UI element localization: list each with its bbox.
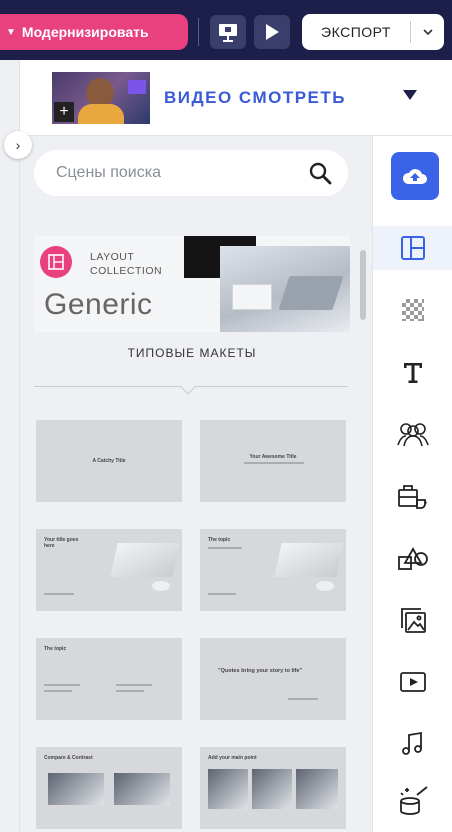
layout-collection-banner[interactable]: LAYOUT COLLECTION Generic <box>34 236 350 332</box>
images-icon <box>401 608 426 633</box>
rail-effects-button[interactable] <box>373 778 452 822</box>
banner-title: Generic <box>44 288 153 321</box>
background-icon <box>402 299 424 321</box>
thumbnail-person-body <box>78 104 124 124</box>
music-icon <box>402 731 422 755</box>
layout-tile-compare-contrast[interactable]: Compare & Contrast <box>36 747 182 829</box>
chevron-right-icon: › <box>15 137 21 153</box>
upgrade-button[interactable]: ▼ Модернизировать <box>0 14 188 50</box>
play-button[interactable] <box>254 15 290 49</box>
layout-tile-main-point[interactable]: Add your main point <box>200 747 346 829</box>
tile-title: The topic <box>208 537 231 543</box>
tile-mouse-image <box>316 581 334 591</box>
video-title[interactable]: ВИДЕО СМОТРЕТЬ <box>164 88 346 108</box>
present-button[interactable] <box>210 15 246 49</box>
tile-text-line <box>116 684 152 686</box>
banner-photo-paper <box>232 284 272 310</box>
presentation-icon <box>219 24 237 42</box>
props-icon <box>398 485 427 509</box>
tile-title: "Quotes bring your story to life" <box>218 668 303 674</box>
tile-keyboard-image <box>110 543 180 577</box>
layout-icon <box>401 236 425 260</box>
layout-tile-topic-2[interactable]: The topic <box>36 638 182 720</box>
video-icon <box>400 672 426 692</box>
rail-layouts-button[interactable] <box>373 226 452 270</box>
thumbnail-shape <box>128 80 146 94</box>
rail-backgrounds-button[interactable] <box>373 288 452 332</box>
tile-text-line <box>208 547 242 549</box>
characters-icon <box>397 423 429 447</box>
tile-photo <box>252 769 292 809</box>
tile-text-line <box>116 690 144 692</box>
layout-collection-icon <box>40 246 72 278</box>
search-input[interactable] <box>56 164 308 182</box>
banner-caption: LAYOUT COLLECTION <box>90 250 162 278</box>
layout-tile-title-goes-here[interactable]: Your title goes here <box>36 529 182 611</box>
rail-video-button[interactable] <box>373 660 452 704</box>
video-thumbnail[interactable]: + <box>52 72 150 124</box>
banner-line1: LAYOUT <box>90 251 135 263</box>
rail-characters-button[interactable] <box>373 412 452 456</box>
tile-mouse-image <box>152 581 170 591</box>
tile-title: A Catchy Title <box>92 458 126 464</box>
shapes-icon <box>398 547 428 570</box>
rail-music-button[interactable] <box>373 722 452 766</box>
tile-subtitle-line <box>244 462 304 464</box>
plus-icon[interactable]: + <box>54 102 74 122</box>
section-divider-notch <box>179 377 197 395</box>
magic-hat-icon <box>400 786 428 815</box>
chevron-down-icon <box>422 29 433 36</box>
top-bar: ▼ Модернизировать ЭКСПОРТ <box>0 0 452 60</box>
export-label: ЭКСПОРТ <box>321 24 391 40</box>
tile-keyboard-image <box>274 543 344 577</box>
rail-shapes-button[interactable] <box>373 536 452 580</box>
tile-text-line <box>44 684 80 686</box>
upload-icon <box>402 169 427 184</box>
play-icon <box>266 24 279 40</box>
tile-title: Add your main point <box>208 755 257 761</box>
tile-text-line <box>44 690 72 692</box>
caret-down-icon <box>403 90 417 100</box>
upload-button[interactable] <box>391 152 439 200</box>
tile-text-line <box>288 698 318 700</box>
scene-search-box <box>34 150 348 196</box>
expand-panel-button[interactable]: › <box>4 131 32 159</box>
scene-header: + ВИДЕО СМОТРЕТЬ <box>20 60 452 136</box>
tile-photo <box>208 769 248 809</box>
toolbar-divider <box>198 18 199 46</box>
left-collapse-strip <box>0 60 20 832</box>
search-icon[interactable] <box>308 161 332 185</box>
tile-title: Your Awesome Title <box>249 454 297 460</box>
rail-props-button[interactable] <box>373 474 452 518</box>
tile-text-line <box>44 593 74 595</box>
rail-text-button[interactable] <box>373 350 452 394</box>
layout-tile-quote[interactable]: "Quotes bring your story to life" <box>200 638 346 720</box>
text-icon <box>404 363 422 383</box>
layout-tile-catchy-title[interactable]: A Catchy Title <box>36 420 182 502</box>
layout-tile-topic-1[interactable]: The topic <box>200 529 346 611</box>
chevron-down-icon: ▼ <box>6 26 16 38</box>
asset-rail <box>372 136 452 832</box>
header-dropdown-toggle[interactable] <box>402 88 418 106</box>
export-button[interactable]: ЭКСПОРТ <box>302 14 444 50</box>
tile-photo <box>114 773 170 805</box>
tile-title: Compare & Contrast <box>44 755 93 761</box>
layout-tile-awesome-title[interactable]: Your Awesome Title <box>200 420 346 502</box>
tile-text-line <box>208 593 236 595</box>
tile-title: The topic <box>44 646 67 652</box>
tile-photo <box>48 773 104 805</box>
banner-photo-laptop <box>278 276 344 310</box>
section-label: ТИПОВЫЕ МАКЕТЫ <box>127 346 257 360</box>
tile-photo <box>296 769 338 809</box>
rail-images-button[interactable] <box>373 598 452 642</box>
tile-title: Your title goes here <box>44 537 79 549</box>
panel-scrollbar[interactable] <box>360 250 366 320</box>
scenes-panel: LAYOUT COLLECTION Generic ТИПОВЫЕ МАКЕТЫ… <box>20 136 372 832</box>
banner-line2: COLLECTION <box>90 265 163 277</box>
upgrade-label: Модернизировать <box>21 24 149 40</box>
export-dropdown-toggle[interactable] <box>411 28 444 36</box>
